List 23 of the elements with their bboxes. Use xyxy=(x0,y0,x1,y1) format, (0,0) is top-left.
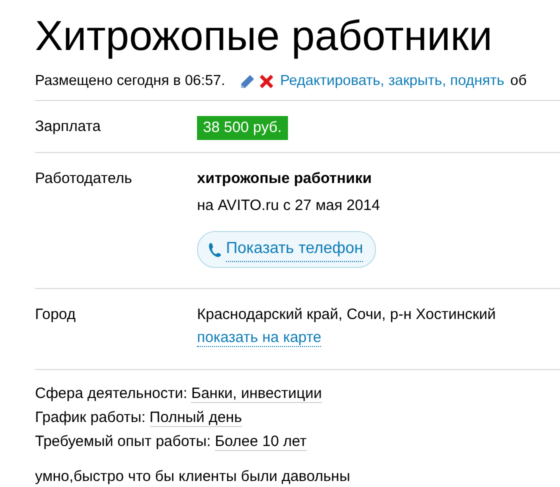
field-label: Работодатель xyxy=(35,169,134,189)
description-text: умно,быстро что бы клиенты были давольны xyxy=(35,467,352,487)
city-value: Краснодарский край, Сочи, р-н Хостинский xyxy=(197,305,496,325)
manage-link[interactable]: Редактировать, закрыть, поднять xyxy=(280,71,504,93)
truncated-text: об xyxy=(510,72,527,92)
param-label: Сфера деятельности: xyxy=(35,385,188,402)
phone-icon xyxy=(208,242,222,258)
close-icon[interactable] xyxy=(259,74,274,89)
param-label: Требуемый опыт работы: xyxy=(35,433,211,450)
field-label: Город xyxy=(35,305,77,325)
param-value[interactable]: Банки, инвестиции xyxy=(191,385,322,403)
salary-tag: 38 500 руб. xyxy=(197,116,288,140)
posted-date: Размещено сегодня в 06:57. xyxy=(35,72,226,92)
map-link[interactable]: показать на карте xyxy=(197,328,322,346)
param-value[interactable]: Полный день xyxy=(150,409,242,427)
member-since: на AVITO.ru с 27 мая 2014 xyxy=(197,196,380,216)
param-value[interactable]: Более 10 лет xyxy=(214,433,307,451)
employer-name: хитрожопые работники xyxy=(197,169,373,189)
show-phone-button[interactable]: Показать телефон xyxy=(197,231,376,268)
page-title: Хитрожопые работники xyxy=(35,11,494,61)
pencil-icon[interactable] xyxy=(239,74,256,90)
field-label: Зарплата xyxy=(35,117,102,137)
param-label: График работы: xyxy=(35,409,146,426)
